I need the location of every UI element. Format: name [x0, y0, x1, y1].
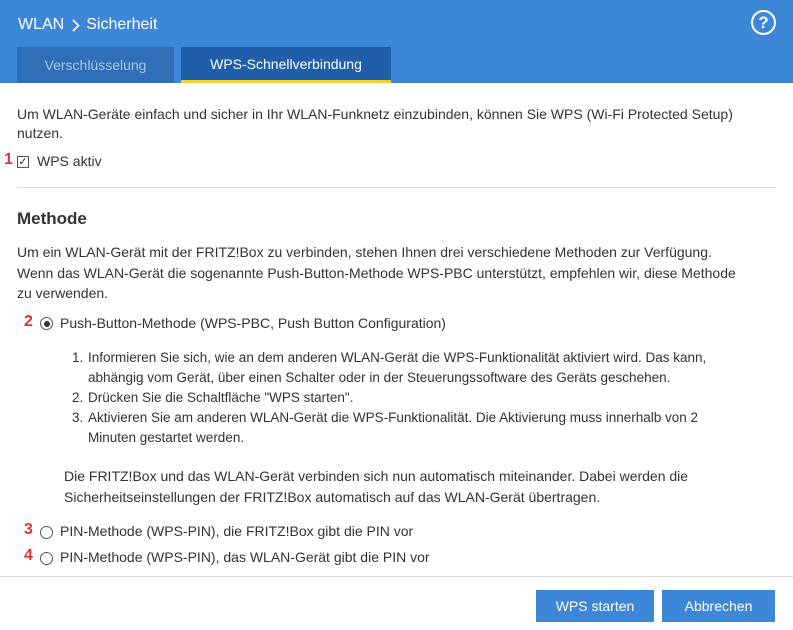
marker-4: 4	[24, 547, 33, 564]
radio-pin-fritzbox[interactable]	[40, 526, 53, 539]
option-pin-device-label[interactable]: PIN-Methode (WPS-PIN), das WLAN-Gerät gi…	[60, 547, 430, 568]
radio-pin-device[interactable]	[40, 552, 53, 565]
breadcrumb: WLAN Sicherheit	[18, 14, 157, 36]
help-icon[interactable]: ?	[751, 10, 776, 35]
header-bar: WLAN Sicherheit ? Verschlüsselung WPS-Sc…	[0, 0, 793, 83]
wps-active-checkbox[interactable]: ✓	[17, 156, 29, 168]
wps-active-label[interactable]: WPS aktiv	[37, 151, 102, 172]
tab-verschluesselung[interactable]: Verschlüsselung	[17, 47, 174, 83]
note-line2: Sicherheitseinstellungen der FRITZ!Box a…	[64, 489, 601, 505]
list-item: 2. Drücken Sie die Schaltfläche "WPS sta…	[72, 390, 354, 405]
radio-push-button[interactable]	[40, 317, 53, 330]
method-desc-line2: Wenn das WLAN-Gerät die sogenannte Push-…	[17, 265, 736, 281]
option-push-button-label[interactable]: Push-Button-Methode (WPS-PBC, Push Butto…	[60, 313, 446, 334]
divider	[17, 187, 776, 188]
breadcrumb-root[interactable]: WLAN	[18, 16, 64, 34]
marker-2: 2	[24, 313, 33, 330]
tab-wps-schnellverbindung[interactable]: WPS-Schnellverbindung	[181, 47, 391, 83]
section-heading-methode: Methode	[17, 209, 87, 228]
note-line1: Die FRITZ!Box und das WLAN-Gerät verbind…	[64, 468, 689, 484]
marker-3: 3	[24, 521, 33, 538]
list-item: 3. Aktivieren Sie am anderen WLAN-Gerät …	[72, 410, 699, 445]
footer-divider	[0, 576, 793, 577]
cancel-button[interactable]: Abbrechen	[662, 590, 775, 622]
option-pin-fritzbox-label[interactable]: PIN-Methode (WPS-PIN), die FRITZ!Box gib…	[60, 521, 413, 542]
marker-1: 1	[4, 151, 13, 168]
intro-text-line2: nutzen.	[17, 125, 63, 141]
steps-list: 1. Informieren Sie sich, wie an dem ande…	[72, 348, 752, 448]
method-desc-line1: Um ein WLAN-Gerät mit der FRITZ!Box zu v…	[17, 244, 712, 260]
intro-text-line1: Um WLAN-Geräte einfach und sicher in Ihr…	[17, 106, 733, 122]
list-item: 1. Informieren Sie sich, wie an dem ande…	[72, 350, 707, 385]
chevron-right-icon	[72, 18, 80, 32]
breadcrumb-current: Sicherheit	[86, 16, 158, 33]
method-desc-line3: zu verwenden.	[17, 285, 109, 301]
wps-start-button[interactable]: WPS starten	[536, 590, 654, 622]
